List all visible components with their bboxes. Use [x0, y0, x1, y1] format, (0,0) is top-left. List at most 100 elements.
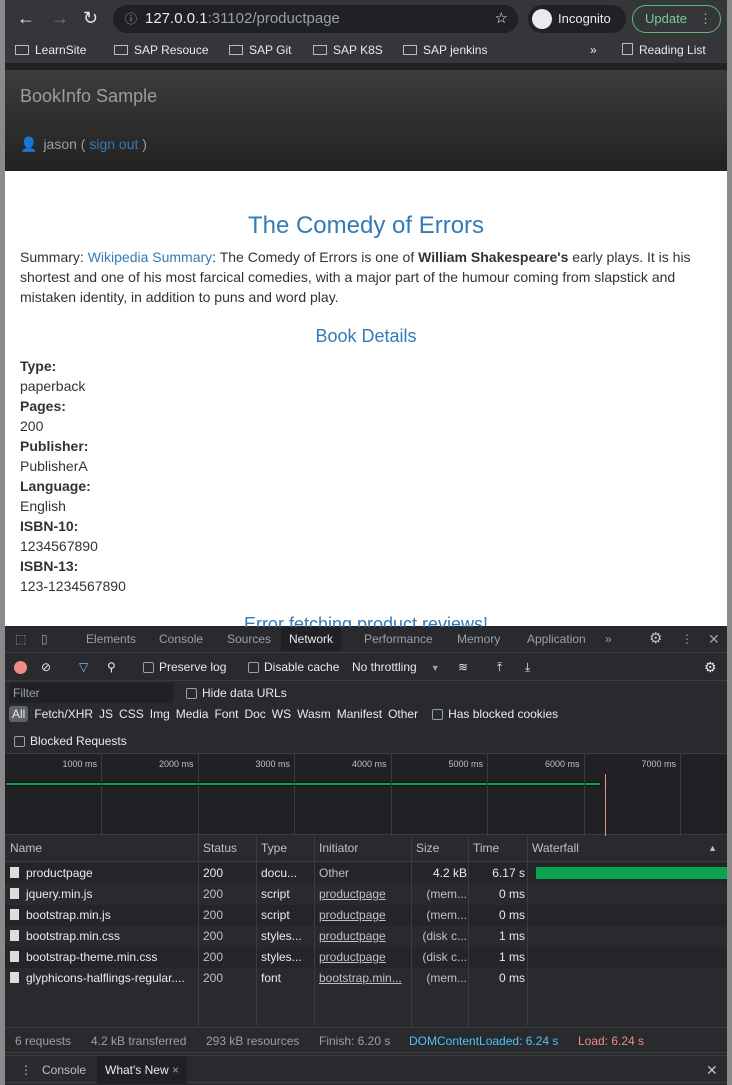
network-conditions-icon[interactable]: ≋	[458, 654, 468, 680]
device-toolbar-icon[interactable]: ▯	[41, 627, 48, 651]
column-time[interactable]: Time	[473, 836, 499, 861]
filter-input[interactable]: Filter	[9, 683, 173, 703]
type-filter-css[interactable]: CSS	[119, 707, 144, 721]
brand[interactable]: BookInfo Sample	[20, 86, 157, 107]
cell-time: 0 ms	[498, 908, 525, 922]
more-bookmarks-icon[interactable]: »	[590, 43, 597, 57]
wikipedia-link[interactable]: Wikipedia Summary	[88, 249, 212, 265]
throttling-select[interactable]: No throttling ▼	[352, 654, 440, 681]
type-filter-ws[interactable]: WS	[272, 707, 291, 721]
column-type[interactable]: Type	[261, 836, 287, 861]
export-har-icon[interactable]: ⤓	[525, 654, 530, 680]
cell-status: 200	[203, 908, 224, 922]
close-tab-icon[interactable]: ×	[172, 1063, 179, 1077]
disable-cache-checkbox[interactable]: Disable cache	[248, 654, 339, 680]
tab-console[interactable]: Console	[159, 627, 203, 651]
column-size[interactable]: Size	[416, 836, 439, 861]
grid-line	[101, 754, 102, 836]
column-waterfall[interactable]: Waterfall	[532, 836, 579, 861]
update-button[interactable]: Update ⋮	[632, 5, 721, 33]
type-filter-other[interactable]: Other	[388, 707, 418, 721]
cell-status: 200	[203, 887, 224, 901]
has-blocked-cookies-checkbox[interactable]: Has blocked cookies	[432, 707, 558, 721]
table-row[interactable]: productpage 200 docu... Other 4.2 kB 6.17 s	[5, 863, 727, 884]
column-divider	[198, 835, 199, 1026]
tab-sources[interactable]: Sources	[227, 627, 271, 651]
cell-initiator[interactable]: bootstrap.min...	[319, 968, 410, 989]
menu-dots-icon[interactable]: ⋮	[681, 627, 693, 651]
type-filter-js[interactable]: JS	[99, 707, 113, 721]
star-icon[interactable]: ☆	[495, 5, 508, 33]
folder-icon	[229, 45, 243, 55]
drawer-tab-console[interactable]: Console	[42, 1056, 86, 1084]
sort-asc-icon[interactable]: ▲	[708, 836, 717, 861]
cell-initiator[interactable]: productpage	[319, 926, 410, 947]
bookmark-sap-jenkins[interactable]: SAP jenkins	[403, 43, 487, 57]
close-drawer-icon[interactable]: ✕	[706, 1056, 718, 1084]
book-details: Type: paperback Pages: 200 Publisher: Publish…	[20, 356, 126, 596]
type-filter-fetch-xhr[interactable]: Fetch/XHR	[34, 707, 93, 721]
tab-elements[interactable]: Elements	[86, 627, 136, 651]
settings-icon[interactable]: ⚙	[649, 627, 662, 651]
detail-label: ISBN-10:	[20, 518, 79, 534]
type-filter-wasm[interactable]: Wasm	[297, 707, 331, 721]
back-icon[interactable]: ←	[17, 8, 35, 29]
cell-time: 6.17 s	[492, 866, 525, 880]
import-har-icon[interactable]: ⤒	[497, 654, 502, 680]
blocked-requests-checkbox[interactable]: Blocked Requests	[14, 734, 127, 748]
filter-icon[interactable]: ▽	[79, 654, 88, 680]
table-row[interactable]: bootstrap.min.css 200 styles... productpage…	[5, 926, 727, 947]
preserve-log-checkbox[interactable]: Preserve log	[143, 654, 226, 680]
drawer-tab-whats-new[interactable]: What's New ×	[97, 1056, 187, 1084]
hide-data-urls-checkbox[interactable]: Hide data URLs	[186, 686, 287, 700]
bookmark-learnsite[interactable]: LearnSite	[15, 43, 86, 57]
cell-initiator[interactable]: productpage	[319, 947, 410, 968]
search-icon[interactable]: ⚲	[107, 654, 116, 680]
table-row[interactable]: bootstrap.min.js 200 script productpage (mem…	[5, 905, 727, 926]
reading-list[interactable]: Reading List	[622, 43, 706, 57]
sign-out-link[interactable]: sign out	[89, 136, 138, 152]
overview-timeline[interactable]: 1000 ms 2000 ms 3000 ms 4000 ms 5000 ms 6000 …	[5, 753, 727, 836]
column-divider	[411, 835, 412, 1026]
tab-application[interactable]: Application	[527, 627, 586, 651]
detail-value: English	[20, 498, 66, 514]
type-filter-img[interactable]: Img	[150, 707, 170, 721]
tab-network[interactable]: Network	[281, 627, 342, 651]
bookmark-sap-k8s[interactable]: SAP K8S	[313, 43, 383, 57]
network-settings-icon[interactable]: ⚙	[704, 654, 717, 680]
type-filter-doc[interactable]: Doc	[244, 707, 265, 721]
cell-initiator[interactable]: productpage	[319, 905, 410, 926]
reload-icon[interactable]: ↻	[83, 8, 98, 29]
details-heading: Book Details	[315, 326, 417, 346]
bookmark-sap-git[interactable]: SAP Git	[229, 43, 291, 57]
table-row[interactable]: jquery.min.js 200 script productpage (mem...…	[5, 884, 727, 905]
cell-status: 200	[203, 929, 224, 943]
cell-initiator[interactable]: productpage	[319, 884, 410, 905]
record-icon[interactable]	[14, 661, 27, 674]
clear-icon[interactable]: ⊘	[41, 654, 51, 680]
incognito-badge[interactable]: Incognito	[528, 5, 626, 33]
cell-type: styles...	[261, 929, 302, 943]
type-filter-manifest[interactable]: Manifest	[337, 707, 382, 721]
close-icon[interactable]: ✕	[708, 627, 720, 651]
detail-value: 123-1234567890	[20, 578, 126, 594]
more-tabs-icon[interactable]: »	[605, 627, 612, 651]
cell-time: 1 ms	[498, 950, 525, 964]
drawer-menu-icon[interactable]: ⋮	[20, 1056, 32, 1084]
bookmark-sap-resouce[interactable]: SAP Resouce	[114, 43, 209, 57]
type-filter-all[interactable]: All	[9, 706, 29, 722]
menu-dots-icon[interactable]: ⋮	[699, 6, 712, 32]
tab-performance[interactable]: Performance	[364, 627, 433, 651]
column-initiator[interactable]: Initiator	[319, 836, 358, 861]
type-filter-media[interactable]: Media	[176, 707, 209, 721]
type-filter-font[interactable]: Font	[214, 707, 238, 721]
browser-toolbar: ← → ↻ ⓘ 127.0.0.1:31102/productpage ☆ In…	[5, 0, 727, 38]
address-bar[interactable]: ⓘ 127.0.0.1:31102/productpage ☆	[113, 5, 518, 33]
table-row[interactable]: glyphicons-halflings-regular.... 200 font b…	[5, 968, 727, 989]
inspect-icon[interactable]: ⬚	[15, 627, 26, 651]
column-status[interactable]: Status	[203, 836, 237, 861]
table-row[interactable]: bootstrap-theme.min.css 200 styles... produ…	[5, 947, 727, 968]
column-name[interactable]: Name	[10, 836, 42, 861]
tab-memory[interactable]: Memory	[457, 627, 500, 651]
forward-icon[interactable]: →	[51, 8, 69, 29]
